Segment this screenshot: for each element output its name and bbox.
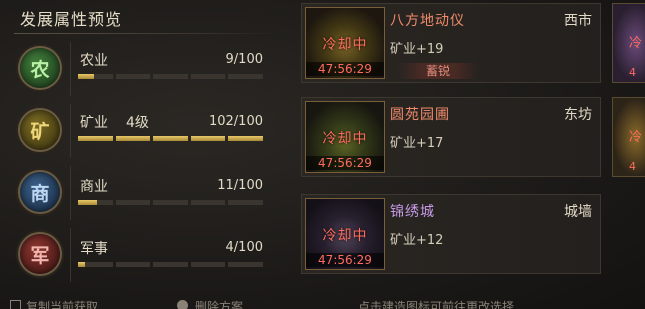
copy-plan-label[interactable]: 复制当前获取 — [26, 298, 98, 309]
building-card-partial[interactable]: 冷 4 — [612, 3, 645, 83]
attribute-name: 商业 — [80, 179, 108, 195]
attribute-row-commerce: 商 商业 11/100 — [0, 162, 285, 224]
building-name: 八方地动仪 — [390, 13, 465, 29]
building-name: 圆苑园圃 — [390, 107, 450, 123]
cooldown-timer: 47:56:29 — [306, 62, 384, 76]
checkbox-icon[interactable] — [10, 300, 21, 309]
bottom-toolbar: 复制当前获取 删除方案 点击建造图标可前往更改选择 — [0, 296, 645, 309]
attribute-row-agriculture: 农 农业 9/100 — [0, 38, 285, 100]
progress-segment — [190, 262, 226, 267]
progress-fill — [153, 136, 188, 141]
building-location: 东坊 — [564, 107, 592, 123]
progress-bar — [78, 74, 263, 79]
cooldown-timer: 47:56:29 — [306, 156, 384, 170]
mining-badge-icon: 矿 — [20, 110, 60, 150]
building-card[interactable]: 冷却中 47:56:29 锦绣城 城墙 矿业+12 — [301, 194, 601, 274]
cooldown-timer: 47:56:29 — [306, 253, 384, 267]
building-bonus: 矿业+19 — [390, 42, 444, 57]
progress-segment — [228, 262, 263, 267]
progress-segment — [153, 200, 188, 205]
building-name: 锦绣城 — [390, 204, 435, 220]
building-tag: 蓄锐 — [398, 63, 478, 79]
progress-fill — [78, 200, 98, 205]
agriculture-badge-icon: 农 — [20, 48, 60, 88]
progress-fill — [78, 74, 94, 79]
cooldown-label: 冷 — [629, 36, 643, 51]
cooldown-label: 冷却中 — [322, 228, 368, 244]
cooldown-label: 冷却中 — [322, 131, 368, 147]
progress-bar — [78, 136, 263, 141]
attribute-level: 4级 — [126, 115, 149, 131]
progress-segment — [78, 74, 113, 79]
cooldown-label: 冷 — [629, 130, 643, 145]
attribute-value: 11/100 — [217, 178, 263, 193]
progress-segment — [190, 200, 226, 205]
progress-bar — [78, 200, 263, 205]
progress-segment — [115, 136, 151, 141]
progress-segment — [115, 74, 151, 79]
attribute-name: 矿业 — [80, 115, 108, 131]
delete-icon[interactable] — [177, 300, 188, 309]
building-location: 西市 — [564, 13, 592, 29]
row-divider — [70, 42, 71, 96]
title-divider — [14, 33, 279, 34]
progress-fill — [78, 136, 113, 141]
progress-segment — [228, 74, 263, 79]
progress-segment — [190, 136, 226, 141]
attribute-row-mining: 矿 矿业 4级 102/100 — [0, 100, 285, 162]
attribute-value: 102/100 — [208, 114, 263, 129]
attribute-name: 农业 — [80, 53, 108, 69]
cooldown-timer: 4 — [629, 66, 636, 79]
progress-fill — [115, 136, 151, 141]
panel-title: 发展属性预览 — [20, 10, 123, 29]
progress-fill — [190, 136, 226, 141]
building-card[interactable]: 冷却中 47:56:29 圆苑园圃 东坊 矿业+17 — [301, 97, 601, 177]
progress-segment — [115, 262, 151, 267]
row-divider — [70, 166, 71, 220]
progress-segment — [190, 74, 226, 79]
building-location: 城墙 — [564, 204, 592, 220]
progress-segment — [78, 136, 113, 141]
military-badge-icon: 军 — [20, 234, 60, 274]
progress-fill — [78, 262, 85, 267]
cooldown-label: 冷却中 — [322, 37, 368, 53]
progress-segment — [78, 262, 113, 267]
row-divider — [70, 228, 71, 282]
progress-segment — [78, 200, 113, 205]
building-card-partial[interactable]: 冷 4 — [612, 97, 645, 177]
hint-text: 点击建造图标可前往更改选择 — [358, 300, 515, 309]
attribute-value: 4/100 — [225, 240, 263, 255]
attribute-row-military: 军 军事 4/100 — [0, 224, 285, 286]
progress-bar — [78, 262, 263, 267]
building-card[interactable]: 冷却中 47:56:29 八方地动仪 西市 矿业+19 蓄锐 — [301, 3, 601, 83]
cooldown-timer: 4 — [629, 160, 636, 173]
progress-segment — [153, 74, 188, 79]
progress-fill — [228, 136, 263, 141]
building-thumbnail: 冷却中 47:56:29 — [305, 7, 385, 79]
progress-segment — [153, 262, 188, 267]
building-bonus: 矿业+12 — [390, 233, 444, 248]
row-divider — [70, 104, 71, 158]
building-thumbnail: 冷却中 47:56:29 — [305, 198, 385, 270]
attribute-value: 9/100 — [225, 52, 263, 67]
progress-segment — [115, 200, 151, 205]
progress-segment — [153, 136, 188, 141]
attribute-name: 军事 — [80, 241, 108, 257]
progress-segment — [228, 200, 263, 205]
delete-plan-label[interactable]: 删除方案 — [195, 298, 243, 309]
building-thumbnail: 冷却中 47:56:29 — [305, 101, 385, 173]
commerce-badge-icon: 商 — [20, 172, 60, 212]
progress-segment — [228, 136, 263, 141]
building-bonus: 矿业+17 — [390, 136, 444, 151]
